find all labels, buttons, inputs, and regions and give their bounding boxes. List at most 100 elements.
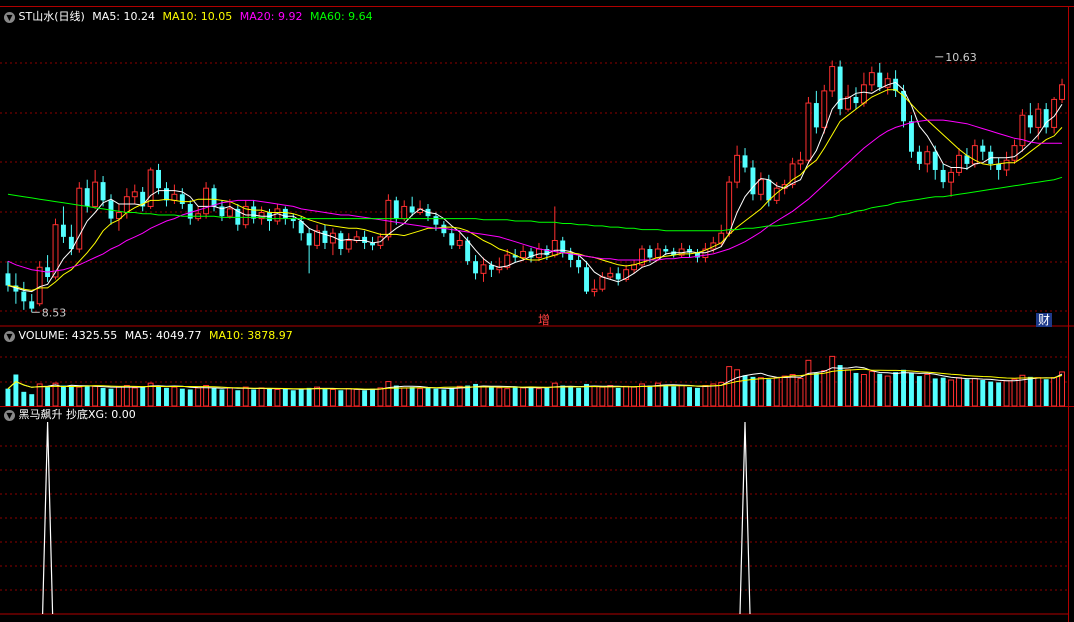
event-marker-cai[interactable]: 财 <box>1036 313 1053 327</box>
volume-bar <box>853 372 859 406</box>
candle-body <box>916 151 922 164</box>
stock-title: ST山水(日线) <box>18 10 85 23</box>
candle-body <box>893 78 899 91</box>
volume-label: VOLUME: 4325.55 <box>18 329 118 342</box>
event-marker-zeng[interactable]: 增 <box>538 313 550 327</box>
candle-body <box>599 276 606 290</box>
volume-bar <box>84 385 90 406</box>
volume-bar <box>568 386 574 406</box>
volume-bar <box>60 385 66 406</box>
collapse-icon[interactable]: ▼ <box>4 330 15 342</box>
volume-bar <box>13 374 19 406</box>
candle-body <box>726 181 733 234</box>
candle-body <box>1027 115 1033 128</box>
ma60-label: MA60: 9.64 <box>309 10 373 23</box>
volume-bar <box>884 375 891 407</box>
candle-body <box>123 196 130 214</box>
candle-body <box>456 240 463 246</box>
volume-bar <box>584 383 589 406</box>
candle-body <box>203 187 210 215</box>
volume-bar <box>219 389 225 406</box>
candle-body <box>164 188 169 201</box>
volume-bar <box>504 388 511 407</box>
volume-bar <box>980 380 986 406</box>
candle-body <box>766 179 772 201</box>
candle-body <box>84 188 90 207</box>
volume-bar <box>417 388 424 407</box>
candle-body <box>576 259 582 268</box>
volume-bar <box>370 388 375 406</box>
volume-bar <box>203 385 210 407</box>
volume-bar <box>576 387 582 406</box>
volume-bar <box>377 387 384 407</box>
volume-bar <box>1043 379 1049 406</box>
volume-bar <box>267 388 272 406</box>
ma20-label: MA20: 9.92 <box>239 10 303 23</box>
candle-body <box>100 182 106 201</box>
volume-bar <box>108 388 114 406</box>
candle-body <box>829 66 836 92</box>
volume-bar <box>5 388 11 406</box>
candle-body <box>797 159 804 165</box>
volume-bar <box>274 388 281 407</box>
volume-bar <box>488 387 494 406</box>
volume-bar <box>76 386 83 407</box>
candle-body <box>465 240 471 262</box>
volume-bar <box>1003 380 1010 407</box>
volume-bar <box>290 390 296 406</box>
volume-bar <box>1035 377 1042 407</box>
volume-bar <box>353 388 360 407</box>
candle-body <box>338 233 344 250</box>
volume-bar <box>916 376 922 406</box>
volume-bar <box>924 374 931 407</box>
volume-bar <box>496 387 503 407</box>
volume-bar <box>901 369 906 406</box>
volume-bar <box>678 385 685 407</box>
volume-bar <box>726 366 733 407</box>
collapse-icon[interactable]: ▼ <box>4 11 15 23</box>
candle-body <box>750 167 756 195</box>
candle-body <box>433 216 439 225</box>
candle-body <box>551 240 558 256</box>
candle-body <box>908 121 914 152</box>
volume-bar <box>195 387 202 407</box>
volume-bar <box>258 387 265 407</box>
candle-body <box>345 240 352 250</box>
candle-body <box>536 248 542 259</box>
volume-bar <box>441 389 447 406</box>
candle-body <box>860 84 867 104</box>
collapse-icon[interactable]: ▼ <box>4 409 15 421</box>
candle-body <box>211 188 217 207</box>
candle-body <box>401 205 408 220</box>
candle-body <box>393 200 399 219</box>
candle-body <box>948 171 955 183</box>
candle-body <box>131 191 138 198</box>
candle-body <box>853 96 859 104</box>
toolbar-control[interactable] <box>0 0 1074 6</box>
candle-body <box>322 230 328 243</box>
volume-bar <box>36 383 43 407</box>
volume-bar <box>781 375 788 407</box>
candle-body <box>663 249 669 252</box>
volume-bar <box>171 386 178 407</box>
volume-bar <box>306 387 312 406</box>
volume-bar <box>480 385 487 407</box>
candle-body <box>156 169 162 189</box>
volume-bar <box>805 359 812 407</box>
volume-bar <box>385 381 392 407</box>
volume-bar <box>100 387 106 406</box>
volume-bar <box>187 389 193 406</box>
volume-bar <box>1051 377 1058 407</box>
main-panel-header: ▼ ST山水(日线) MA5: 10.24 MA10: 10.05 MA20: … <box>4 10 373 24</box>
candle-body <box>21 291 27 302</box>
volume-bar <box>877 373 883 406</box>
volume-bar <box>45 387 51 406</box>
volume-bar <box>338 390 344 406</box>
volume-bar <box>996 382 1002 406</box>
price-annotation-label: 8.53 <box>42 306 67 319</box>
volume-bar <box>860 374 867 407</box>
volume-bar <box>893 372 899 406</box>
volume-bar <box>242 386 249 407</box>
candle-body <box>1035 108 1042 128</box>
candle-body <box>1003 159 1010 171</box>
